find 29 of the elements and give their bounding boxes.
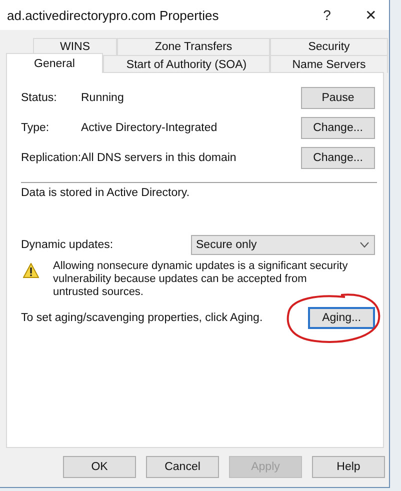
storage-note: Data is stored in Active Directory. (21, 187, 191, 199)
dialog-button[interactable]: OK (63, 456, 136, 478)
action-button[interactable]: Change... (301, 117, 375, 139)
tab[interactable]: Start of Authority (SOA) (103, 55, 270, 73)
help-button[interactable]: ? (317, 7, 337, 23)
warning-message: Allowing nonsecure dynamic updates is a significant security vulnerability because updates can be accepted from untrusted sources. (53, 260, 349, 299)
field-label: Type: (21, 122, 50, 134)
dynamic-updates-label: Dynamic updates: (21, 239, 114, 251)
tab[interactable]: General (6, 53, 103, 73)
field-label: Status: (21, 92, 58, 104)
window-title: ad.activedirectorypro.com Properties (7, 8, 220, 22)
chevron-down-icon (360, 242, 369, 248)
action-button[interactable]: Change... (301, 147, 375, 169)
warning-icon (23, 263, 39, 278)
tab[interactable]: Zone Transfers (117, 38, 270, 55)
tab[interactable]: Security (270, 38, 388, 55)
close-button[interactable]: ✕ (361, 7, 381, 23)
aging-button[interactable]: Aging... (308, 307, 375, 329)
action-button[interactable]: Pause (301, 87, 375, 109)
dynamic-updates-dropdown[interactable]: Secure only (191, 235, 375, 255)
field-value: Active Directory-Integrated (81, 122, 218, 134)
tab[interactable]: WINS (33, 38, 117, 55)
aging-instruction: To set aging/scavenging properties, click Aging. (21, 312, 264, 324)
field-label: Replication: (21, 152, 81, 164)
field-value: All DNS servers in this domain (81, 152, 238, 164)
tab[interactable]: Name Servers (270, 55, 388, 73)
dialog-button[interactable]: Help (312, 456, 385, 478)
field-value: Running (81, 92, 125, 104)
dialog-button[interactable]: Cancel (146, 456, 219, 478)
